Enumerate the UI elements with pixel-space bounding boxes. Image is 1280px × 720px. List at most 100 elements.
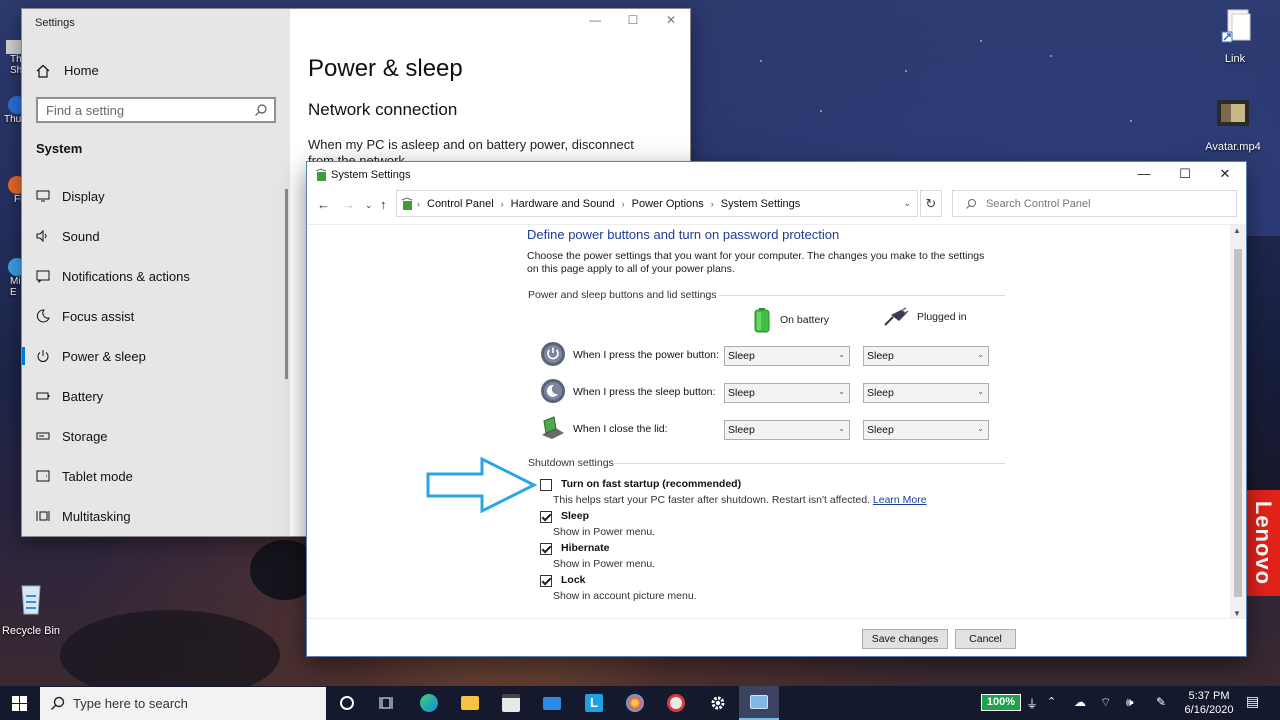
clock[interactable]: 5:37 PM 6/16/2020 xyxy=(1180,689,1238,717)
sleep-option[interactable]: Sleep xyxy=(540,510,589,523)
forward-button[interactable]: → xyxy=(342,197,355,212)
taskbar-app-lenovo-vantage[interactable]: L xyxy=(574,686,614,720)
sidebar-item-power-sleep[interactable]: Power & sleep xyxy=(22,338,290,374)
sidebar-item-tablet-mode[interactable]: Tablet mode xyxy=(22,458,290,494)
refresh-button[interactable]: ↻ xyxy=(920,190,942,217)
sidebar-item-display[interactable]: Display xyxy=(22,178,290,214)
task-view-button[interactable] xyxy=(367,686,407,720)
power-button-battery-dropdown[interactable]: Sleep ⌄ xyxy=(724,346,850,366)
close-button[interactable]: ✕ xyxy=(1205,166,1245,186)
section-title: Network connection xyxy=(308,100,458,119)
taskbar-app-mail[interactable] xyxy=(532,686,572,720)
sidebar-item-notifications[interactable]: Notifications & actions xyxy=(22,258,290,294)
save-changes-button[interactable]: Save changes xyxy=(862,629,948,649)
option-description: Show in account picture menu. xyxy=(553,590,697,602)
taskbar-app-edge[interactable] xyxy=(409,686,449,720)
sleep-button-plugged-dropdown[interactable]: Sleep ⌄ xyxy=(863,383,989,403)
battery-percent-badge[interactable]: 100% xyxy=(981,694,1021,711)
cortana-button[interactable] xyxy=(327,686,367,720)
maximize-button[interactable]: ☐ xyxy=(614,13,652,27)
lock-option[interactable]: Lock xyxy=(540,574,586,587)
row-label: When I press the power button: xyxy=(573,349,719,361)
fast-startup-option[interactable]: Turn on fast startup (recommended) xyxy=(540,478,741,491)
search-input[interactable]: Search Control Panel xyxy=(952,190,1237,217)
volume-icon[interactable]: 🕪 xyxy=(1126,695,1134,710)
fast-startup-checkbox[interactable] xyxy=(540,479,552,491)
sidebar-item-sound[interactable]: Sound xyxy=(22,218,290,254)
taskbar-app-settings[interactable] xyxy=(698,686,738,720)
settings-sidebar: Settings Home Find a setting System Disp… xyxy=(22,9,290,536)
close-lid-battery-dropdown[interactable]: Sleep ⌄ xyxy=(724,420,850,440)
maximize-button[interactable]: ☐ xyxy=(1165,166,1205,186)
desktop-icon-avatar-mp4[interactable]: Avatar.mp4 xyxy=(1198,96,1268,153)
back-button[interactable]: ← xyxy=(317,197,330,212)
close-lid-plugged-dropdown[interactable]: Sleep ⌄ xyxy=(863,420,989,440)
desktop-icon-label: Avatar.mp4 xyxy=(1205,141,1261,153)
hibernate-option[interactable]: Hibernate xyxy=(540,542,609,555)
breadcrumb-item[interactable]: Power Options xyxy=(632,198,704,210)
learn-more-link[interactable]: Learn More xyxy=(873,494,927,506)
cancel-button[interactable]: Cancel xyxy=(955,629,1016,649)
sidebar-item-battery[interactable]: Battery xyxy=(22,378,290,414)
pen-icon[interactable]: ✎ xyxy=(1156,695,1166,709)
taskbar-app-file-explorer[interactable] xyxy=(450,686,490,720)
sidebar-item-storage[interactable]: Storage xyxy=(22,418,290,454)
search-placeholder: Search Control Panel xyxy=(986,198,1091,210)
up-button[interactable]: ↑ xyxy=(380,197,387,212)
sidebar-home[interactable]: Home xyxy=(36,63,99,78)
option-description-text: This helps start your PC faster after sh… xyxy=(553,494,870,506)
chevron-down-icon: ⌄ xyxy=(838,387,845,396)
taskbar-app-control-panel[interactable] xyxy=(739,686,779,720)
power-button-plugged-dropdown[interactable]: Sleep ⌄ xyxy=(863,346,989,366)
taskbar-app-store[interactable] xyxy=(491,686,531,720)
sidebar-scrollbar[interactable] xyxy=(285,189,288,379)
charging-plug-icon[interactable]: ⏚ xyxy=(1026,695,1038,712)
close-button[interactable]: ✕ xyxy=(652,13,690,27)
sleep-checkbox[interactable] xyxy=(540,511,552,523)
chevron-down-icon: ⌄ xyxy=(977,350,984,359)
desktop-icon-link[interactable]: Link xyxy=(1200,8,1270,65)
breadcrumb-separator: › xyxy=(621,198,625,209)
paint-palette-icon xyxy=(626,694,644,712)
find-setting-input[interactable]: Find a setting xyxy=(36,97,276,123)
minimize-button[interactable]: — xyxy=(576,13,614,27)
notification-center-icon[interactable]: ▤ xyxy=(1246,693,1259,710)
group-divider xyxy=(613,463,1005,464)
start-button[interactable] xyxy=(0,686,40,720)
wifi-icon[interactable]: ⌔ xyxy=(1100,695,1111,710)
page-description: Choose the power settings that you want … xyxy=(527,250,985,275)
sidebar-item-focus-assist[interactable]: Focus assist xyxy=(22,298,290,334)
scroll-up-icon[interactable]: ▲ xyxy=(1233,226,1241,235)
scrollbar-thumb[interactable] xyxy=(1234,249,1242,597)
breadcrumb-item[interactable]: Control Panel xyxy=(427,198,494,210)
breadcrumb-item[interactable]: System Settings xyxy=(721,198,800,210)
lenovo-panel xyxy=(1246,236,1280,490)
hibernate-checkbox[interactable] xyxy=(540,543,552,555)
sidebar-item-multitasking[interactable]: Multitasking xyxy=(22,498,290,534)
taskbar-search-box[interactable]: Type here to search xyxy=(40,687,326,720)
taskbar-app-snip[interactable] xyxy=(656,686,696,720)
search-icon xyxy=(255,104,267,116)
task-view-icon xyxy=(379,697,393,709)
sidebar-item-label: Display xyxy=(62,188,105,204)
scroll-down-icon[interactable]: ▼ xyxy=(1233,609,1241,618)
content-pane: Define power buttons and turn on passwor… xyxy=(307,224,1246,619)
address-bar[interactable]: › Control Panel › Hardware and Sound › P… xyxy=(396,190,918,217)
power-button-icon xyxy=(541,342,565,366)
home-icon xyxy=(36,64,50,78)
onedrive-icon[interactable]: ☁ xyxy=(1074,695,1086,709)
vertical-scrollbar[interactable]: ▲ ▼ xyxy=(1230,225,1246,619)
recent-locations-button[interactable]: ⌄ xyxy=(365,200,373,211)
taskbar-app-paint[interactable] xyxy=(615,686,655,720)
sleep-button-battery-dropdown[interactable]: Sleep ⌄ xyxy=(724,383,850,403)
desktop-icon-recycle-bin[interactable]: Recycle Bin xyxy=(0,580,66,637)
control-panel-icon xyxy=(750,695,768,709)
breadcrumb-item[interactable]: Hardware and Sound xyxy=(511,198,615,210)
tablet-icon xyxy=(36,470,50,482)
chevron-up-icon[interactable]: ⌃ xyxy=(1047,695,1056,708)
lock-checkbox[interactable] xyxy=(540,575,552,587)
storage-icon xyxy=(36,432,50,440)
minimize-button[interactable]: — xyxy=(1124,166,1164,186)
chevron-down-icon[interactable]: ⌄ xyxy=(903,198,911,209)
control-panel-window: System Settings — ☐ ✕ ← → ⌄ ↑ › Control … xyxy=(307,162,1246,656)
